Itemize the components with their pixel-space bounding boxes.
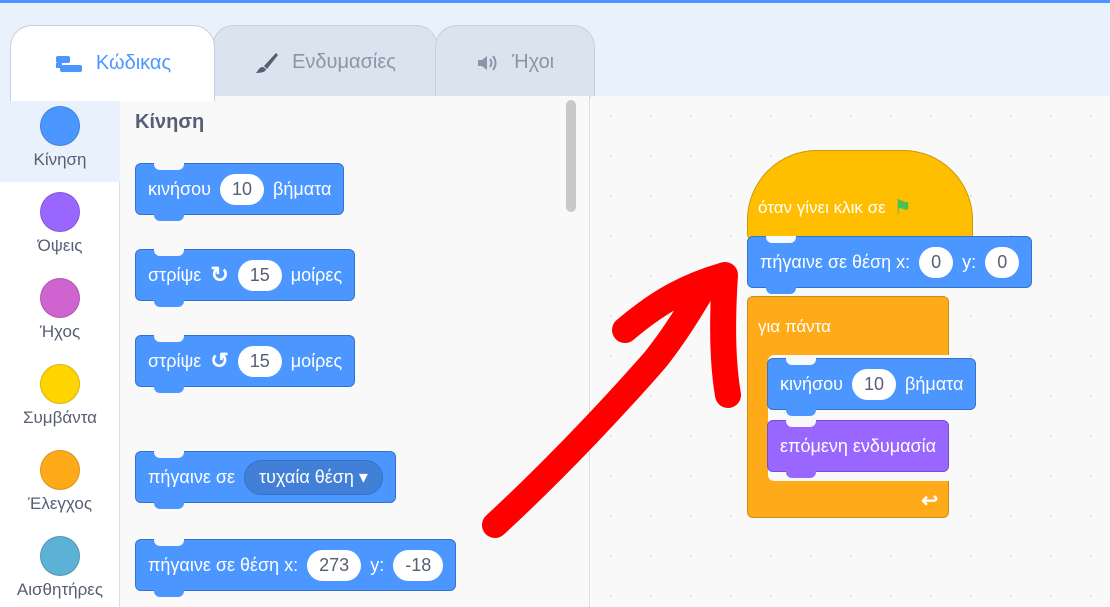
script-move-text: κινήσου <box>780 373 843 394</box>
turn-right-text: στρίψε <box>148 264 202 285</box>
goto-y-input[interactable]: -18 <box>393 549 444 581</box>
goto-x-input[interactable]: 273 <box>307 549 362 581</box>
rotate-counterclockwise-icon: ↺ <box>210 348 229 373</box>
palette-goto-block[interactable]: πήγαινε σε τυχαία θέση ▾ <box>135 451 396 509</box>
block-palette: Κίνηση κινήσου 10 βήματα στρίψε ↻ 15 μοί… <box>120 96 590 607</box>
category-motion-label: Κίνηση <box>33 150 87 169</box>
move-block-suffix: βήματα <box>273 178 332 199</box>
category-control[interactable]: Έλεγχος <box>0 440 120 526</box>
palette-goto-xy-block[interactable]: πήγαινε σε θέση x: 273 y: -18 <box>135 539 457 597</box>
category-sensing[interactable]: Αισθητήρες <box>0 526 120 607</box>
goto-y-label: y: <box>370 554 385 575</box>
palette-turn-left-block[interactable]: στρίψε ↺ 15 μοίρες <box>135 335 356 393</box>
category-events[interactable]: Συμβάντα <box>0 354 120 440</box>
script-move-steps-input[interactable]: 10 <box>851 368 897 400</box>
tab-code-label: Κώδικας <box>95 52 172 74</box>
category-sensing-label: Αισθητήρες <box>16 580 104 599</box>
palette-scrollbar[interactable] <box>566 100 576 212</box>
goto-xy-text: πήγαινε σε θέση x: <box>148 554 299 575</box>
tab-costumes[interactable]: Ενδυμασίες <box>212 25 438 99</box>
sensing-category-icon <box>40 536 80 576</box>
script-move-block[interactable]: κινήσου 10 βήματα <box>767 358 977 416</box>
when-flag-clicked-block[interactable]: όταν γίνει κλικ σε ⚑ <box>747 150 973 240</box>
tab-sounds[interactable]: Ήχοι <box>435 25 595 99</box>
events-category-icon <box>40 364 80 404</box>
turn-left-degrees-input[interactable]: 15 <box>237 345 282 377</box>
looks-category-icon <box>40 192 80 232</box>
turn-right-degrees-input[interactable]: 15 <box>237 259 282 291</box>
script-move-suffix: βήματα <box>905 373 964 394</box>
category-looks[interactable]: Όψεις <box>0 182 120 268</box>
palette-section-title: Κίνηση <box>135 111 205 133</box>
script-next-costume-text: επόμενη ενδυμασία <box>780 435 937 456</box>
turn-left-text: στρίψε <box>148 350 202 371</box>
category-sound[interactable]: Ήχος <box>0 268 120 354</box>
category-menu: Κίνηση Όψεις Ήχος Συμβάντα Έλεγχος Αισθη… <box>0 96 120 607</box>
tab-code[interactable]: Κώδικας <box>10 25 215 101</box>
green-flag-icon: ⚑ <box>893 197 912 219</box>
palette-move-block[interactable]: κινήσου 10 βήματα <box>135 163 345 221</box>
script-goto-y-label: y: <box>962 251 977 272</box>
motion-category-icon <box>40 106 80 146</box>
goto-block-text: πήγαινε σε <box>148 466 235 487</box>
dropdown-arrow-icon: ▾ <box>358 466 368 487</box>
code-icon <box>55 55 82 72</box>
move-block-text: κινήσου <box>148 178 211 199</box>
control-category-icon <box>40 450 80 490</box>
category-motion[interactable]: Κίνηση <box>0 96 120 182</box>
paintbrush-icon <box>256 52 279 73</box>
hat-block-content: όταν γίνει κλικ σε ⚑ <box>758 195 912 220</box>
category-looks-label: Όψεις <box>37 236 83 255</box>
category-events-label: Συμβάντα <box>22 408 97 427</box>
script-goto-xy-block[interactable]: πήγαινε σε θέση x: 0 y: 0 <box>747 236 1033 294</box>
speaker-icon <box>477 54 497 71</box>
goto-target-dropdown[interactable]: τυχαία θέση ▾ <box>244 459 383 495</box>
loop-arrow-icon: ↩ <box>921 490 938 512</box>
turn-right-suffix: μοίρες <box>290 264 343 285</box>
script-goto-xy-text: πήγαινε σε θέση x: <box>760 251 911 272</box>
tab-sounds-label: Ήχοι <box>511 51 555 73</box>
move-steps-input[interactable]: 10 <box>219 173 265 205</box>
sound-category-icon <box>40 278 80 318</box>
turn-left-suffix: μοίρες <box>290 350 343 371</box>
palette-turn-right-block[interactable]: στρίψε ↻ 15 μοίρες <box>135 249 356 307</box>
goto-target-value: τυχαία θέση <box>259 466 354 487</box>
tab-costumes-label: Ενδυμασίες <box>292 51 396 73</box>
script-goto-x-input[interactable]: 0 <box>919 246 954 278</box>
category-sound-label: Ήχος <box>39 322 81 341</box>
rotate-clockwise-icon: ↻ <box>210 262 229 287</box>
hat-block-text: όταν γίνει κλικ σε <box>758 197 886 217</box>
forever-block-text: για πάντα <box>758 317 831 336</box>
script-next-costume-block[interactable]: επόμενη ενδυμασία <box>767 420 950 478</box>
editor-tab-bar: Κώδικας Ενδυμασίες Ήχοι <box>0 0 1110 101</box>
category-control-label: Έλεγχος <box>27 494 93 513</box>
script-goto-y-input[interactable]: 0 <box>985 246 1020 278</box>
